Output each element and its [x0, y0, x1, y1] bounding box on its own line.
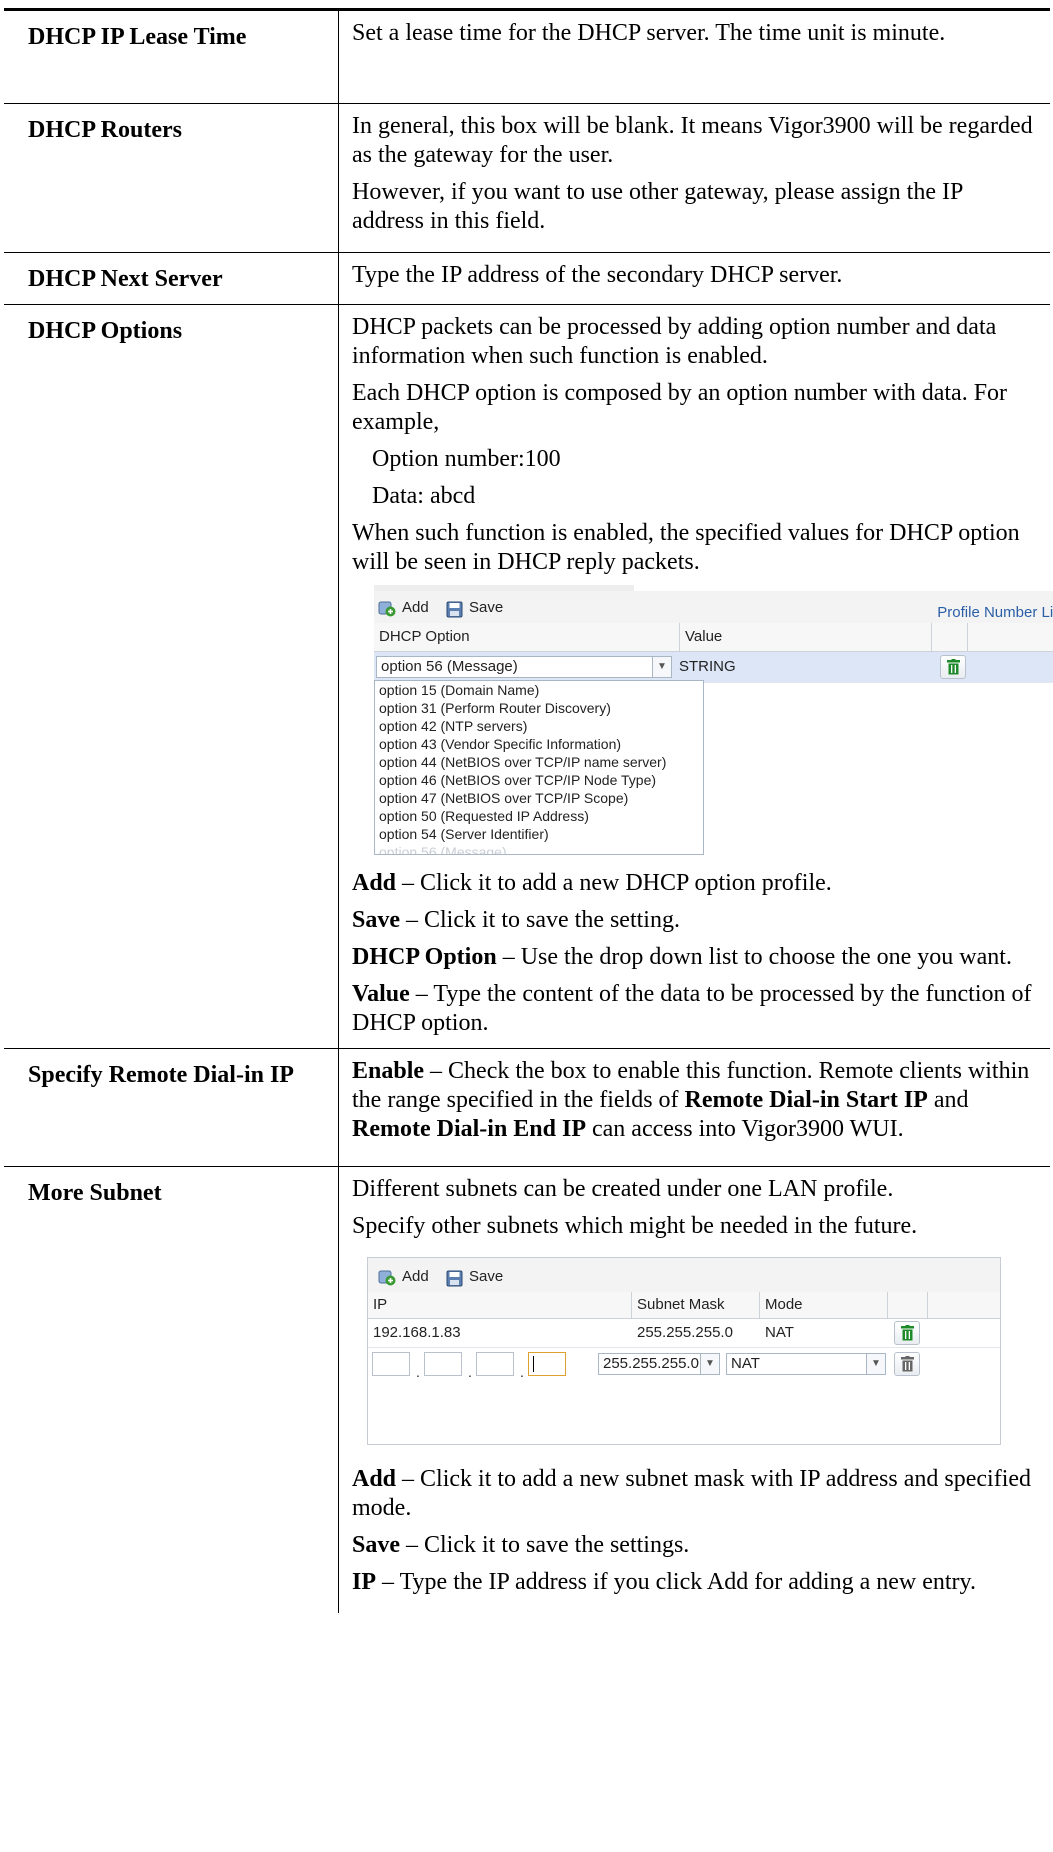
delete-button[interactable]	[894, 1321, 920, 1345]
description-text: Type the IP address of the secondary DHC…	[352, 262, 843, 288]
item-value: Value – Type the content of the data to …	[352, 981, 1032, 1036]
description-text: When such function is enabled, the speci…	[352, 520, 1020, 575]
col-ip: IP	[368, 1292, 632, 1318]
save-icon	[446, 1268, 463, 1286]
add-label: Add	[402, 598, 429, 616]
row-dhcp-options: DHCP Options DHCP packets can be process…	[4, 304, 1053, 1049]
term-label: DHCP Options	[4, 304, 339, 1049]
row-specify-remote-dial-in-ip: Specify Remote Dial-in IP Enable – Check…	[4, 1048, 1050, 1167]
dhcp-option-widget: Add Save Profile Number Limit : 1 DHCP O…	[352, 585, 1053, 855]
add-button[interactable]: Add	[378, 1265, 429, 1287]
selected-mask-text: 255.255.255.0	[603, 1355, 699, 1372]
description-text: Different subnets can be created under o…	[352, 1176, 894, 1202]
description-text: Specify other subnets which might be nee…	[352, 1213, 918, 1239]
description-text: Set a lease time for the DHCP server. Th…	[352, 20, 946, 46]
mode-select[interactable]: NAT ▼	[726, 1353, 886, 1375]
selected-option-text: option 56 (Message)	[381, 658, 518, 675]
subnet-table-header: IP Subnet Mask Mode	[368, 1292, 1000, 1319]
ip-octet-1-input[interactable]	[372, 1352, 410, 1376]
chevron-down-icon: ▼	[700, 1354, 719, 1374]
col-dhcp-option: DHCP Option	[374, 623, 680, 651]
item-add: Add – Click it to add a new DHCP option …	[352, 870, 832, 896]
item-save: Save – Click it to save the setting.	[352, 907, 680, 933]
value-text[interactable]: STRING	[674, 652, 736, 682]
term-label: Specify Remote Dial-in IP	[4, 1048, 339, 1167]
item-ip: IP – Type the IP address if you click Ad…	[352, 1569, 976, 1595]
item-dhcp-option: DHCP Option – Use the drop down list to …	[352, 944, 1012, 970]
row-dhcp-next-server: DHCP Next Server Type the IP address of …	[4, 252, 1050, 305]
ip-octet-3-input[interactable]	[476, 1352, 514, 1376]
subnet-row: 192.168.1.83 255.255.255.0 NAT	[368, 1319, 1000, 1348]
term-label: DHCP Next Server	[4, 252, 339, 305]
term-label: DHCP Routers	[4, 103, 339, 253]
dhcp-option-row: option 56 (Message) ▼ STRING	[374, 652, 1053, 683]
item-add: Add – Click it to add a new subnet mask …	[352, 1466, 1032, 1521]
chevron-down-icon: ▼	[652, 657, 671, 677]
row-dhcp-routers: DHCP Routers In general, this box will b…	[4, 103, 1050, 253]
dropdown-option[interactable]: option 56 (Message)	[375, 843, 703, 854]
add-button[interactable]: Add	[378, 596, 429, 618]
dropdown-option[interactable]: option 31 (Perform Router Discovery)	[375, 699, 703, 717]
dropdown-option[interactable]: option 15 (Domain Name)	[375, 681, 703, 699]
text-cursor	[533, 1356, 534, 1372]
col-action	[888, 1292, 928, 1318]
selected-mode-text: NAT	[731, 1355, 760, 1372]
col-mode: Mode	[760, 1292, 888, 1318]
chevron-down-icon: ▼	[866, 1354, 885, 1374]
parameter-table: DHCP IP Lease Time Set a lease time for …	[4, 8, 1053, 1613]
ip-octet-2-input[interactable]	[424, 1352, 462, 1376]
col-action	[932, 623, 968, 651]
delete-button[interactable]	[940, 655, 966, 679]
dropdown-option[interactable]: option 54 (Server Identifier)	[375, 825, 703, 843]
ip-dot: .	[416, 1364, 420, 1380]
ip-octet-4-input[interactable]	[528, 1352, 566, 1376]
row-dhcp-ip-lease-time: DHCP IP Lease Time Set a lease time for …	[4, 9, 1050, 104]
enable-description: Enable – Check the box to enable this fu…	[352, 1058, 1030, 1142]
dropdown-option[interactable]: option 42 (NTP servers)	[375, 717, 703, 735]
more-subnet-widget: Add Save IP Subnet Mask Mode 192.168.1.8…	[367, 1257, 1001, 1445]
save-icon	[446, 599, 463, 617]
ip-dot: .	[468, 1364, 472, 1380]
dropdown-option[interactable]: option 47 (NetBIOS over TCP/IP Scope)	[375, 789, 703, 807]
dropdown-option[interactable]: option 46 (NetBIOS over TCP/IP Node Type…	[375, 771, 703, 789]
term-label: DHCP IP Lease Time	[4, 9, 339, 104]
save-button[interactable]: Save	[446, 1265, 503, 1287]
subnet-ip: 192.168.1.83	[373, 1324, 461, 1341]
trash-icon	[901, 1356, 914, 1372]
trash-icon	[901, 1325, 914, 1341]
dropdown-option[interactable]: option 50 (Requested IP Address)	[375, 807, 703, 825]
save-label: Save	[469, 1267, 504, 1285]
dhcp-toolbar: Add Save Profile Number Limit : 1	[374, 591, 1053, 624]
dhcp-option-select[interactable]: option 56 (Message) ▼	[376, 656, 672, 678]
save-button[interactable]: Save	[446, 596, 503, 618]
add-label: Add	[402, 1267, 429, 1285]
new-subnet-row: . . . 255.255.255.0 ▼ NAT ▼	[368, 1348, 1000, 1382]
item-save: Save – Click it to save the settings.	[352, 1532, 690, 1558]
subnet-mask: 255.255.255.0	[637, 1324, 733, 1341]
ip-dot: .	[520, 1364, 524, 1380]
row-more-subnet: More Subnet Different subnets can be cre…	[4, 1166, 1050, 1613]
example-line: Option number:100	[372, 446, 561, 472]
add-icon	[378, 1267, 396, 1286]
description-text: However, if you want to use other gatewa…	[352, 179, 963, 234]
subnet-mode: NAT	[765, 1324, 794, 1341]
add-icon	[378, 598, 396, 617]
col-subnet-mask: Subnet Mask	[632, 1292, 760, 1318]
subnet-toolbar: Add Save	[368, 1258, 1000, 1293]
dhcp-option-dropdown-list: option 15 (Domain Name) option 31 (Perfo…	[374, 680, 704, 855]
example-line: Data: abcd	[372, 483, 476, 509]
delete-button[interactable]	[894, 1352, 920, 1376]
trash-icon	[947, 659, 960, 675]
dropdown-option[interactable]: option 43 (Vendor Specific Information)	[375, 735, 703, 753]
save-label: Save	[469, 598, 504, 616]
dhcp-table-header: DHCP Option Value	[374, 623, 1053, 652]
description-text: Each DHCP option is composed by an optio…	[352, 380, 1008, 435]
subnet-mask-select[interactable]: 255.255.255.0 ▼	[598, 1353, 720, 1375]
description-text: DHCP packets can be processed by adding …	[352, 314, 997, 369]
dropdown-option[interactable]: option 44 (NetBIOS over TCP/IP name serv…	[375, 753, 703, 771]
term-label: More Subnet	[4, 1166, 339, 1613]
description-text: In general, this box will be blank. It m…	[352, 113, 1033, 168]
col-value: Value	[680, 623, 932, 651]
